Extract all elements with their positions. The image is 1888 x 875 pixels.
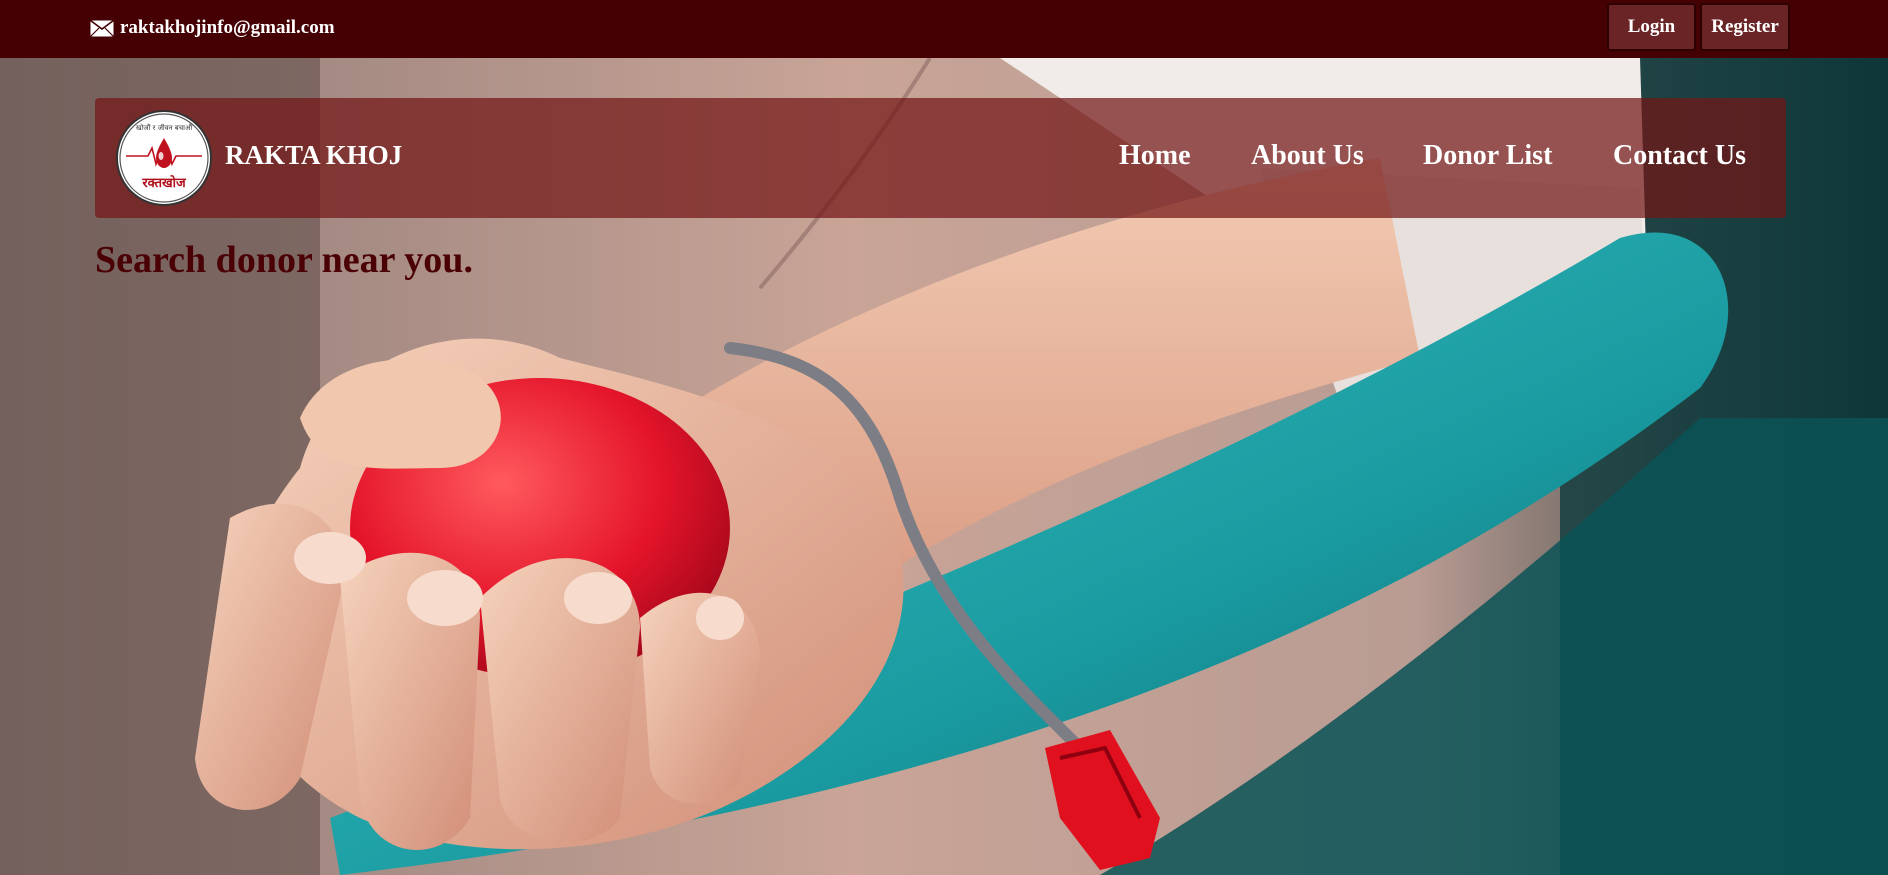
email-text: raktakhojinfo@gmail.com xyxy=(120,17,335,38)
main-navbar: खोजौं र जीवन बचाऔं रक्तखोज RAKTA KHOJ Ho… xyxy=(95,98,1786,218)
register-button[interactable]: Register xyxy=(1700,3,1790,51)
nav-about-link[interactable]: About Us xyxy=(1251,140,1364,172)
contact-email: raktakhojinfo@gmail.com xyxy=(90,17,335,39)
top-bar: raktakhojinfo@gmail.com Login Register xyxy=(0,0,1888,58)
logo-name: रक्तखोज xyxy=(141,175,187,191)
rakta-khoj-logo[interactable]: खोजौं र जीवन बचाऔं रक्तखोज xyxy=(116,110,212,206)
nav-home-link[interactable]: Home xyxy=(1119,140,1191,172)
page: raktakhojinfo@gmail.com Login Register ख… xyxy=(0,0,1888,875)
logo-tagline: खोजौं र जीवन बचाऔं xyxy=(136,123,193,132)
nav-donor-list-link[interactable]: Donor List xyxy=(1423,140,1552,172)
brand-name[interactable]: RAKTA KHOJ xyxy=(225,140,402,171)
nav-contact-link[interactable]: Contact Us xyxy=(1613,140,1746,172)
hero-headline: Search donor near you. xyxy=(95,239,473,281)
envelope-icon xyxy=(90,19,114,37)
login-button[interactable]: Login xyxy=(1607,3,1696,51)
